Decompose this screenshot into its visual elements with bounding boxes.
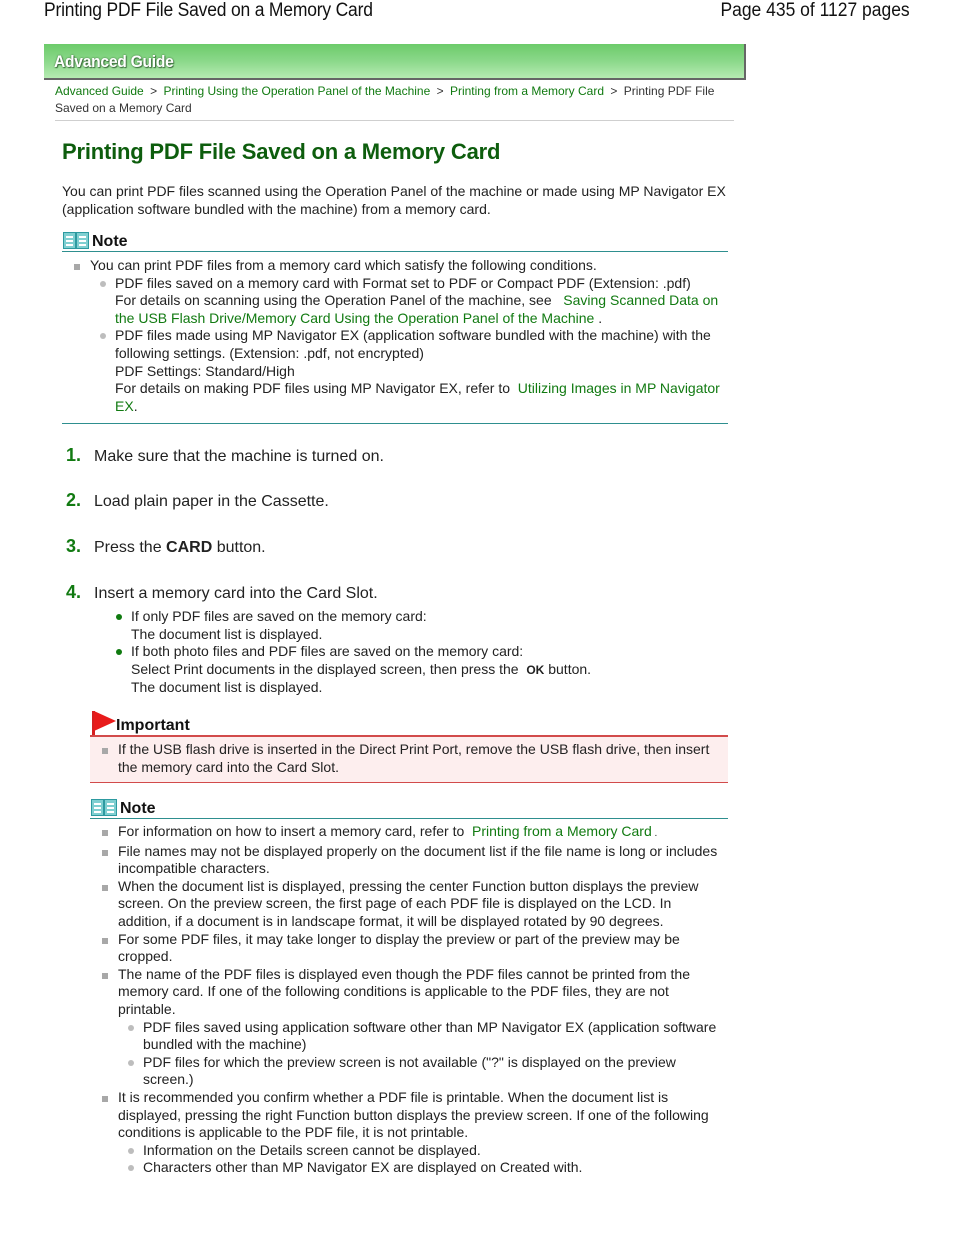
important-section: Important If the USB flash drive is inse… xyxy=(90,710,728,784)
link-printing-from-memory-card[interactable]: Printing from a Memory Card xyxy=(472,823,652,839)
breadcrumb-link-advanced-guide[interactable]: Advanced Guide xyxy=(55,84,144,98)
note-subitem: Characters other than MP Navigator EX ar… xyxy=(118,1159,728,1177)
note-item: For some PDF files, it may take longer t… xyxy=(90,931,728,966)
step-number: 4. xyxy=(66,582,82,602)
note-item: The name of the PDF files is displayed e… xyxy=(90,966,728,1089)
note-section-tips: Note For information on how to insert a … xyxy=(90,795,728,1177)
note-subitem: PDF files saved on a memory card with Fo… xyxy=(90,275,728,328)
breadcrumb-link-memory-card[interactable]: Printing from a Memory Card xyxy=(450,84,604,98)
main-content: Printing PDF File Saved on a Memory Card… xyxy=(62,138,732,218)
note-item: It is recommended you confirm whether a … xyxy=(90,1089,728,1177)
card-button-name: CARD xyxy=(166,539,213,556)
note-book-icon xyxy=(90,798,118,818)
step-number: 2. xyxy=(66,490,82,510)
step-4: 4. Insert a memory card into the Card Slo… xyxy=(66,582,378,602)
note-item: You can print PDF files from a memory ca… xyxy=(62,257,728,415)
note-header: Note xyxy=(90,795,728,819)
note-book-icon xyxy=(62,231,90,251)
page-indicator: Page 435 of 1127 pages xyxy=(720,0,910,21)
breadcrumb-link-operation-panel[interactable]: Printing Using the Operation Panel of th… xyxy=(163,84,430,98)
note-subitem: PDF files made using MP Navigator EX (ap… xyxy=(90,327,728,415)
important-body: If the USB flash drive is inserted in th… xyxy=(90,737,728,784)
red-flag-icon xyxy=(90,711,116,735)
note-item: For information on how to insert a memor… xyxy=(90,823,728,843)
note-label: Note xyxy=(92,233,128,250)
note-subitem: PDF files for which the preview screen i… xyxy=(118,1054,728,1089)
note-body: You can print PDF files from a memory ca… xyxy=(62,252,728,425)
document-title: Printing PDF File Saved on a Memory Card xyxy=(44,0,373,21)
step-2: 2. Load plain paper in the Cassette. xyxy=(66,490,329,510)
step-1: 1. Make sure that the machine is turned o… xyxy=(66,445,384,465)
important-item: If the USB flash drive is inserted in th… xyxy=(90,741,728,776)
note-section-conditions: Note You can print PDF files from a memo… xyxy=(62,228,728,425)
step-3: 3. Press the CARD button. xyxy=(66,536,266,556)
note-subitem: Information on the Details screen cannot… xyxy=(118,1142,728,1160)
intro-paragraph: You can print PDF files scanned using th… xyxy=(62,183,726,217)
important-label: Important xyxy=(116,717,190,734)
breadcrumb: Advanced Guide > Printing Using the Oper… xyxy=(55,83,735,117)
note-label: Note xyxy=(120,800,156,817)
ok-button-name: OK xyxy=(526,662,545,677)
breadcrumb-separator: > xyxy=(150,84,158,98)
step-4-details: If only PDF files are saved on the memor… xyxy=(106,608,726,697)
important-header: Important xyxy=(90,710,728,737)
step-number: 1. xyxy=(66,445,82,465)
banner-label: Advanced Guide xyxy=(54,52,174,71)
breadcrumb-divider xyxy=(55,120,734,121)
breadcrumb-separator: > xyxy=(610,84,618,98)
note-subitem: PDF files saved using application softwa… xyxy=(118,1019,728,1054)
note-header: Note xyxy=(62,228,728,252)
note-item: When the document list is displayed, pre… xyxy=(90,878,728,931)
page-title: Printing PDF File Saved on a Memory Card xyxy=(62,139,501,164)
breadcrumb-separator: > xyxy=(436,84,444,98)
page-header: Printing PDF File Saved on a Memory Card… xyxy=(0,0,954,30)
step-4-item: If both photo files and PDF files are sa… xyxy=(106,643,726,697)
advanced-guide-banner: Advanced Guide xyxy=(44,44,746,80)
note-body: For information on how to insert a memor… xyxy=(90,819,728,1177)
note-item: File names may not be displayed properly… xyxy=(90,843,728,878)
step-number: 3. xyxy=(66,536,82,556)
step-4-item: If only PDF files are saved on the memor… xyxy=(106,608,726,643)
